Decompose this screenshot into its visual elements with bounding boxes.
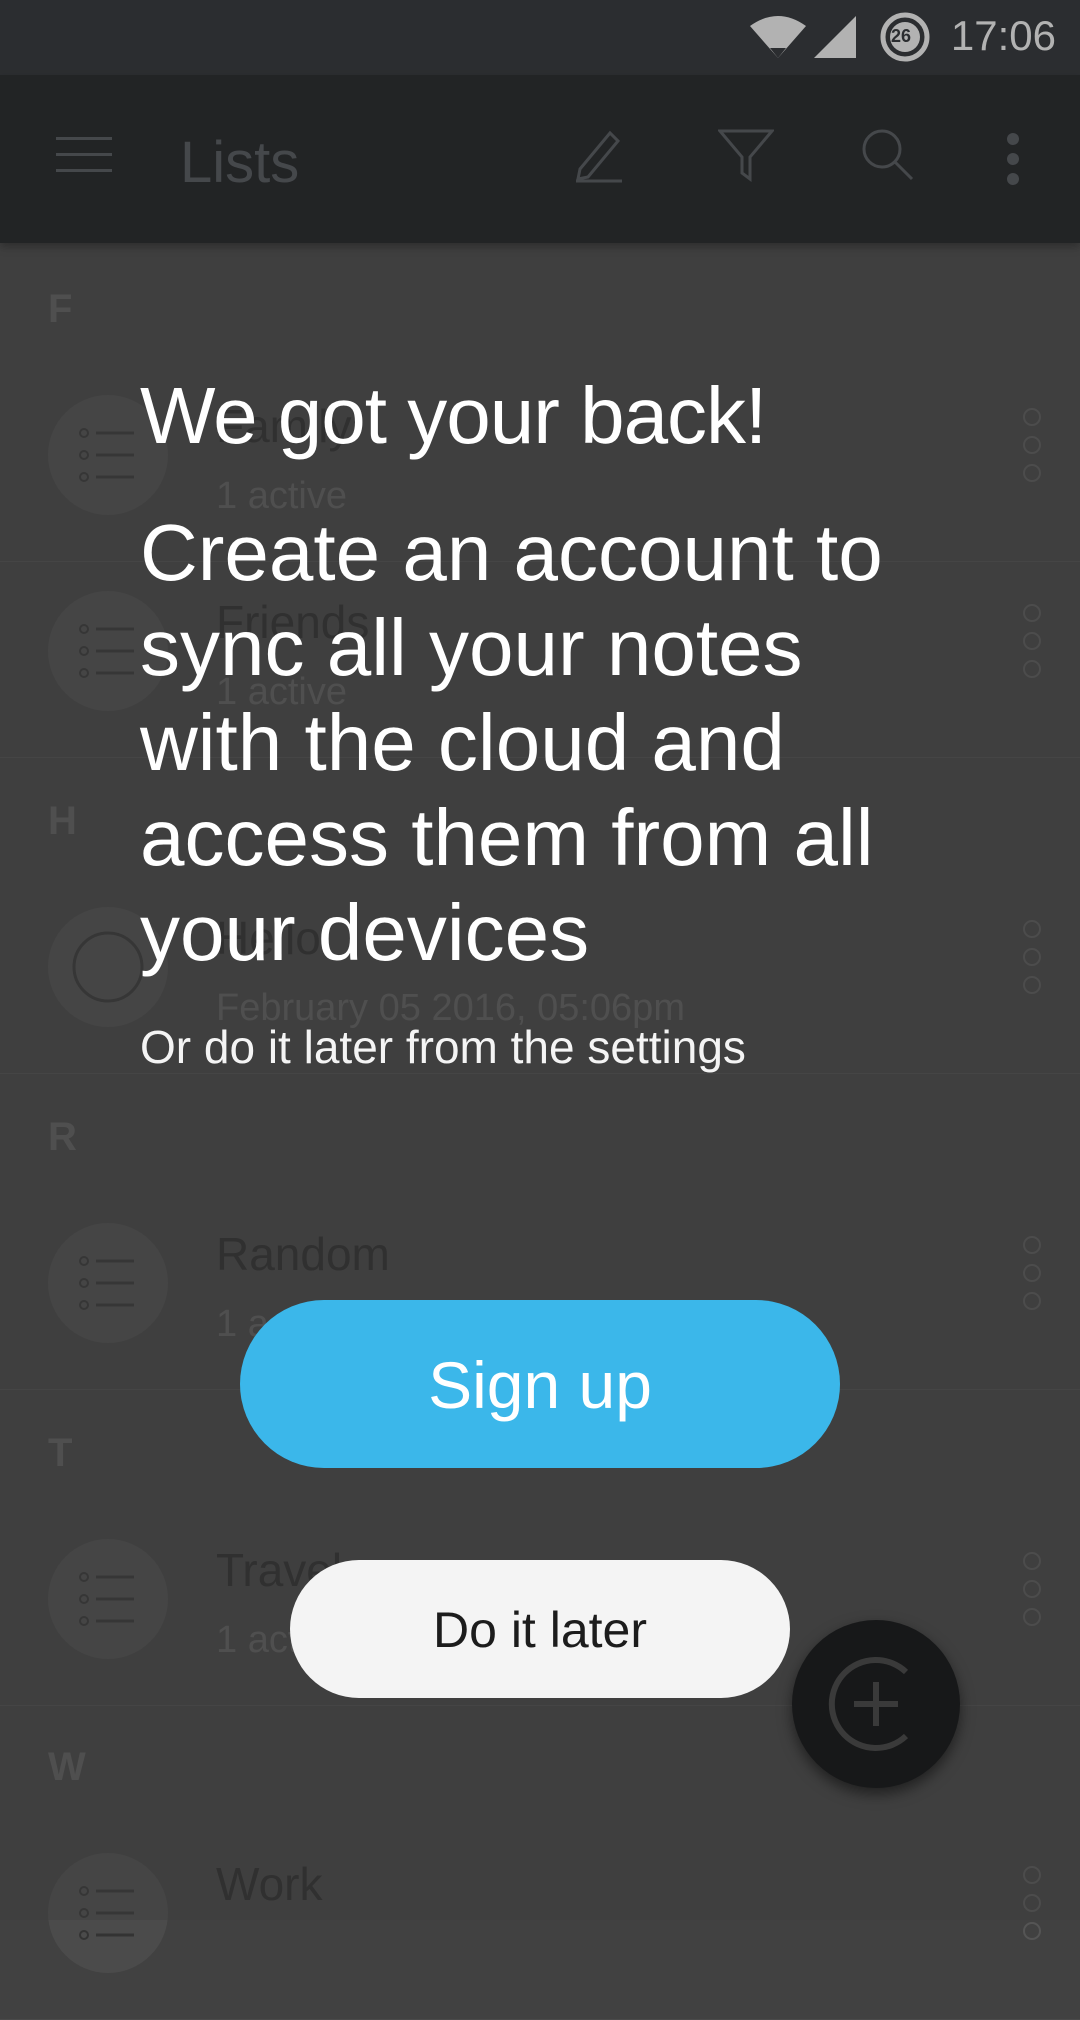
add-icon xyxy=(828,1657,909,1751)
dialog-body: Create an account to sync all your notes… xyxy=(140,508,883,977)
dialog-heading: We got your back! xyxy=(140,371,767,460)
sign-up-button[interactable]: Sign up xyxy=(240,1300,840,1468)
do-it-later-button[interactable]: Do it later xyxy=(290,1560,790,1698)
add-fab[interactable] xyxy=(792,1620,960,1788)
dialog-hint: Or do it later from the settings xyxy=(140,1021,746,1073)
